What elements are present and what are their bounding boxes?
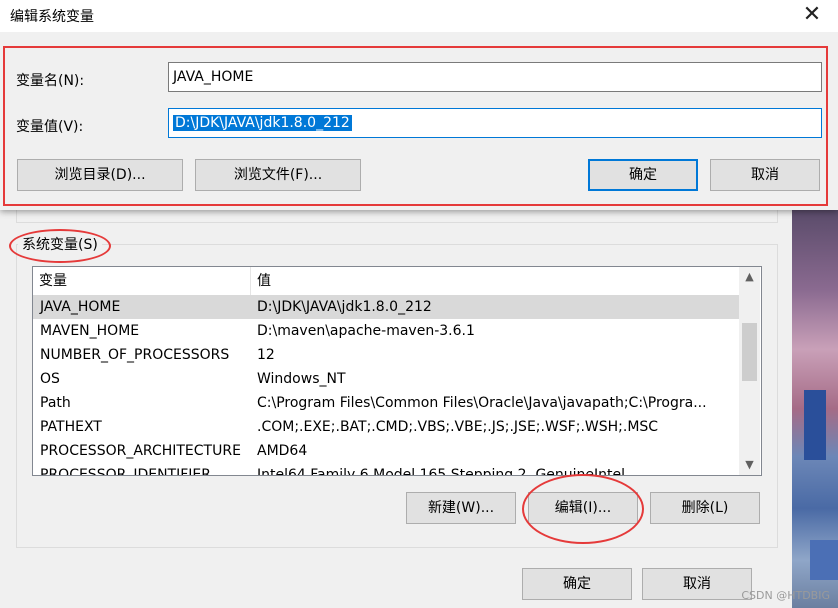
variable-value: D:\maven\apache-maven-3.6.1 xyxy=(257,323,475,339)
close-icon[interactable]: ✕ xyxy=(800,2,824,27)
edit-system-variable-dialog: 编辑系统变量 ✕ 变量名(N): JAVA_HOME 变量值(V): D:\JD… xyxy=(0,0,838,210)
variable-value: Intel64 Family 6 Model 165 Stepping 2, G… xyxy=(257,467,626,476)
variable-name: PROCESSOR_ARCHITECTURE xyxy=(40,443,241,459)
user-variables-group xyxy=(16,210,778,223)
annotation-rectangle xyxy=(3,46,828,206)
background-sign xyxy=(810,540,838,580)
table-row[interactable]: JAVA_HOME D:\JDK\JAVA\jdk1.8.0_212 xyxy=(33,295,739,319)
new-variable-button[interactable]: 新建(W)... xyxy=(406,492,516,524)
table-row[interactable]: OS Windows_NT xyxy=(33,367,739,391)
variable-value: D:\JDK\JAVA\jdk1.8.0_212 xyxy=(257,299,432,315)
variable-name: JAVA_HOME xyxy=(40,299,121,315)
variable-name: OS xyxy=(40,371,60,387)
variable-name: NUMBER_OF_PROCESSORS xyxy=(40,347,230,363)
table-row[interactable]: PROCESSOR_IDENTIFIER Intel64 Family 6 Mo… xyxy=(33,463,739,476)
list-header: 变量 值 xyxy=(33,267,739,295)
desktop-background xyxy=(792,210,838,608)
outer-ok-button[interactable]: 确定 xyxy=(522,568,632,600)
variable-value: Windows_NT xyxy=(257,371,346,387)
variable-name: Path xyxy=(40,395,71,411)
watermark: CSDN @HTDBIG xyxy=(741,589,830,602)
annotation-circle xyxy=(9,229,111,263)
scrollbar-thumb[interactable] xyxy=(742,323,757,381)
outer-cancel-button[interactable]: 取消 xyxy=(642,568,752,600)
variable-value: 12 xyxy=(257,347,275,363)
title-bar[interactable]: 编辑系统变量 ✕ xyxy=(0,0,838,32)
variable-name: MAVEN_HOME xyxy=(40,323,140,339)
column-header-variable[interactable]: 变量 xyxy=(33,267,251,295)
variable-name: PATHEXT xyxy=(40,419,102,435)
scroll-down-icon[interactable]: ▼ xyxy=(739,455,760,475)
scroll-up-icon[interactable]: ▲ xyxy=(739,267,760,287)
table-row[interactable]: Path C:\Program Files\Common Files\Oracl… xyxy=(33,391,739,415)
dialog-title: 编辑系统变量 xyxy=(10,9,94,25)
background-sign xyxy=(804,390,826,460)
variable-value: C:\Program Files\Common Files\Oracle\Jav… xyxy=(257,395,707,411)
table-row[interactable]: MAVEN_HOME D:\maven\apache-maven-3.6.1 xyxy=(33,319,739,343)
table-row[interactable]: PATHEXT .COM;.EXE;.BAT;.CMD;.VBS;.VBE;.J… xyxy=(33,415,739,439)
vertical-scrollbar[interactable]: ▲ ▼ xyxy=(739,267,760,475)
table-row[interactable]: PROCESSOR_ARCHITECTURE AMD64 xyxy=(33,439,739,463)
delete-variable-button[interactable]: 删除(L) xyxy=(650,492,760,524)
variable-value: .COM;.EXE;.BAT;.CMD;.VBS;.VBE;.JS;.JSE;.… xyxy=(257,419,659,435)
table-row[interactable]: NUMBER_OF_PROCESSORS 12 xyxy=(33,343,739,367)
variable-name: PROCESSOR_IDENTIFIER xyxy=(40,467,211,476)
column-header-value[interactable]: 值 xyxy=(251,267,739,295)
system-variables-list[interactable]: 变量 值 JAVA_HOME D:\JDK\JAVA\jdk1.8.0_212 … xyxy=(32,266,762,476)
variable-value: AMD64 xyxy=(257,443,308,459)
annotation-circle xyxy=(522,474,644,544)
